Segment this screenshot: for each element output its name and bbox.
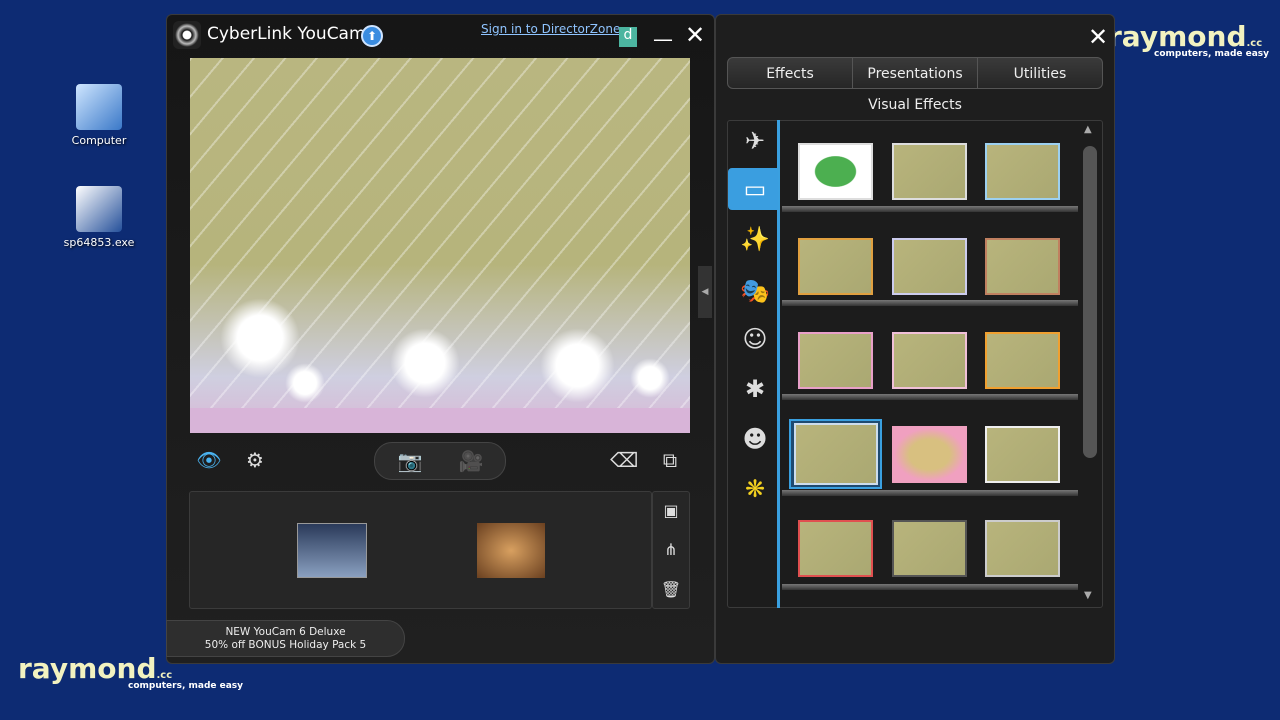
- app-logo-icon: [173, 21, 201, 49]
- delete-trash-icon[interactable]: 🗑: [657, 576, 685, 604]
- category-masks-icon[interactable]: 🎭: [738, 274, 772, 308]
- scroll-down-arrow[interactable]: ▼: [1084, 590, 1092, 601]
- media-actions: ▣ ⋔ 🗑: [652, 491, 690, 609]
- category-distortion-icon[interactable]: ✱: [738, 372, 772, 406]
- import-icon[interactable]: ▣: [657, 497, 685, 525]
- scrollbar-thumb[interactable]: [1083, 146, 1097, 458]
- category-frames-icon[interactable]: ▭: [738, 172, 772, 206]
- promo-banner[interactable]: NEW YouCam 6 Deluxe 50% off BONUS Holiday…: [166, 620, 405, 657]
- close-button[interactable]: ✕: [685, 21, 705, 49]
- effect-thumbnail[interactable]: [892, 332, 967, 389]
- category-magic-icon[interactable]: ✨: [738, 222, 772, 256]
- effect-thumbnail[interactable]: [985, 143, 1060, 200]
- minimize-button[interactable]: —: [653, 27, 673, 51]
- effect-thumbnail[interactable]: [985, 238, 1060, 295]
- effect-thumbnail[interactable]: [892, 426, 967, 483]
- installer-icon: [76, 186, 122, 232]
- scroll-up-arrow[interactable]: ▲: [1084, 124, 1092, 135]
- camera-snapshot-button[interactable]: 📷: [396, 447, 424, 475]
- media-library: [189, 491, 652, 609]
- effect-thumbnail[interactable]: [985, 332, 1060, 389]
- video-record-button[interactable]: 🎥: [456, 447, 486, 475]
- share-icon[interactable]: ⋔: [657, 536, 685, 564]
- category-particle-icon[interactable]: ✈: [738, 124, 772, 158]
- effect-thumbnail[interactable]: [798, 238, 873, 295]
- category-avatar-icon[interactable]: ☺: [738, 322, 772, 356]
- eye-view-icon[interactable]: 👁: [194, 446, 224, 474]
- desktop-icon-computer[interactable]: Computer: [59, 84, 139, 147]
- effect-thumbnail[interactable]: [985, 520, 1060, 577]
- media-thumbnail[interactable]: [297, 523, 367, 578]
- effect-thumbnail[interactable]: [892, 520, 967, 577]
- sign-in-directorzone-link[interactable]: Sign in to DirectorZone: [481, 22, 620, 36]
- effect-thumbnail[interactable]: [892, 143, 967, 200]
- category-emotion-icon[interactable]: ☻: [738, 422, 772, 456]
- panel-collapse-handle[interactable]: ◀: [698, 266, 712, 318]
- effect-thumbnail-selected[interactable]: [794, 423, 878, 485]
- media-thumbnail[interactable]: [477, 523, 545, 578]
- desktop-icon-label: Computer: [71, 134, 127, 147]
- capture-mode-group: [374, 442, 506, 480]
- effect-thumbnail[interactable]: [892, 238, 967, 295]
- effect-thumbnail[interactable]: [798, 520, 873, 577]
- tab-presentations[interactable]: Presentations: [852, 57, 978, 89]
- category-special-icon[interactable]: ❋: [738, 472, 772, 506]
- tab-utilities[interactable]: Utilities: [977, 57, 1103, 89]
- panel-close-button[interactable]: ✕: [1088, 23, 1108, 51]
- window-title: CyberLink YouCam: [207, 24, 366, 44]
- effect-thumbnail[interactable]: [798, 143, 873, 200]
- directorzone-icon[interactable]: d: [619, 27, 637, 47]
- eraser-icon[interactable]: ⌫: [610, 446, 638, 474]
- section-title: Visual Effects: [868, 97, 962, 113]
- desktop-icon-label: sp64853.exe: [63, 236, 135, 249]
- computer-icon: [76, 84, 122, 130]
- tab-effects[interactable]: Effects: [727, 57, 853, 89]
- camera-preview: [190, 58, 690, 433]
- watermark-logo-top: raymond.cc computers, made easy: [1108, 20, 1270, 59]
- desktop-icon-sp64853[interactable]: sp64853.exe: [59, 186, 139, 249]
- effect-thumbnail[interactable]: [798, 332, 873, 389]
- settings-gear-icon[interactable]: ⚙: [241, 446, 269, 474]
- update-icon[interactable]: ⬆: [361, 25, 383, 47]
- effect-thumbnail[interactable]: [985, 426, 1060, 483]
- fullscreen-icon[interactable]: ⧉: [656, 446, 684, 474]
